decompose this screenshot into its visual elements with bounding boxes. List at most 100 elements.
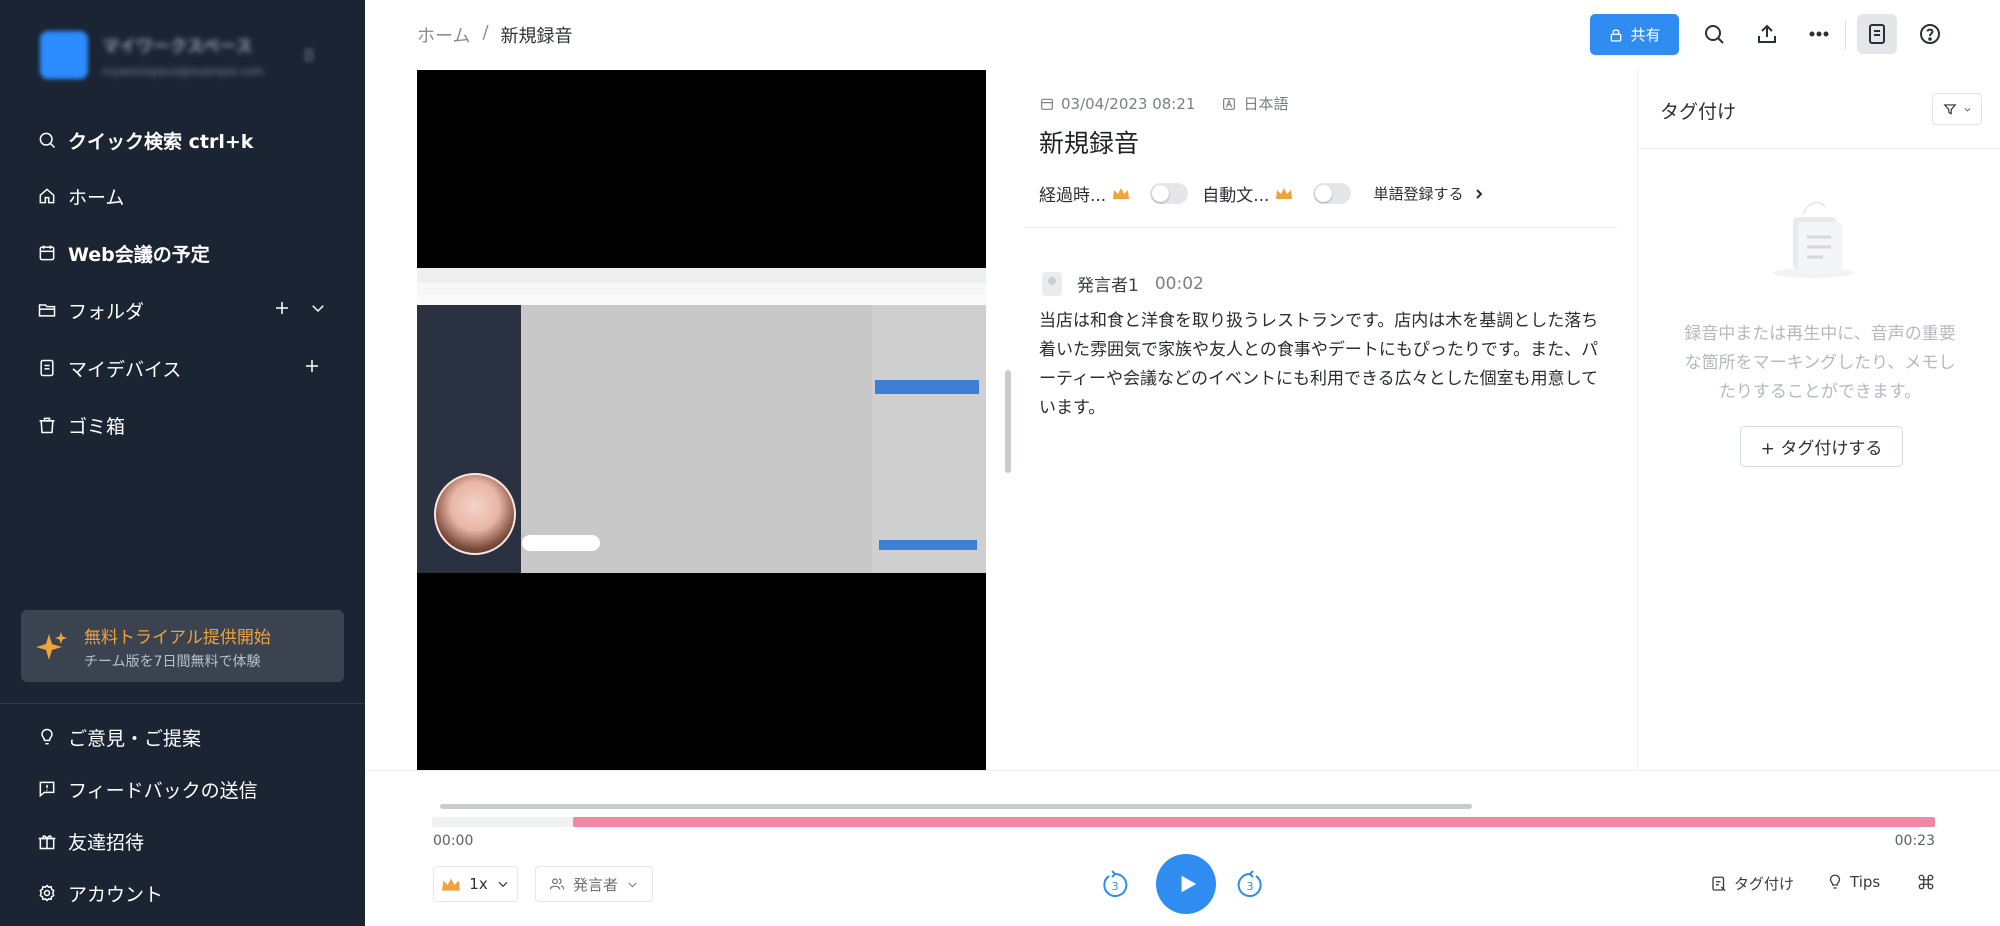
- transcript-paragraph[interactable]: 当店は和食と洋食を取り扱うレストランです。店内は木を基調とした落ち着いた雰囲気で…: [1039, 307, 1611, 423]
- workspace-sub: myworkspace@example.com: [102, 65, 264, 78]
- word-register-link[interactable]: 単語登録する: [1373, 183, 1485, 204]
- play-icon: [1181, 875, 1197, 893]
- add-tag-button[interactable]: + タグ付けする: [1740, 426, 1903, 467]
- breadcrumb-home[interactable]: ホーム: [417, 22, 470, 48]
- breadcrumb: ホーム / 新規録音: [417, 22, 573, 48]
- breadcrumb-current: 新規録音: [500, 26, 573, 47]
- lightbulb-icon: [1829, 874, 1841, 889]
- workspace-menu-icon[interactable]: [304, 48, 314, 62]
- progress-fill: [573, 817, 1935, 827]
- export-icon[interactable]: [1750, 17, 1784, 51]
- progress-track[interactable]: [432, 817, 1935, 827]
- tag-empty-text: 録音中または再生中に、音声の重要な箇所をマーキングしたり、メモしたりすることがで…: [1684, 324, 1956, 402]
- add-device-icon[interactable]: [303, 356, 321, 381]
- transcript-options: 経過時... 自動文... 単語登録する: [1039, 181, 1485, 206]
- speaker-filter-select[interactable]: 発言者: [535, 866, 653, 902]
- calendar-icon: [1041, 98, 1053, 110]
- play-button[interactable]: [1156, 854, 1216, 914]
- notes-panel-icon[interactable]: [1857, 14, 1897, 54]
- tag-panel: タグ付け 録音中または再生中に、音声の重要な箇所をマーキングしたり、メモしたりす…: [1637, 70, 2000, 770]
- speaker-icon: [1042, 271, 1062, 296]
- sidebar: マイワークスペース myworkspace@example.com クイック検索…: [0, 0, 365, 926]
- lightbulb-icon: [36, 726, 58, 748]
- tips-action[interactable]: Tips: [1826, 873, 1880, 891]
- workspace-switcher[interactable]: マイワークスペース myworkspace@example.com: [40, 30, 314, 80]
- tag-note-icon: [1712, 876, 1726, 891]
- sidebar-item-home[interactable]: ホーム: [36, 176, 124, 216]
- chevron-down-icon[interactable]: [309, 298, 327, 323]
- tag-panel-title: タグ付け: [1660, 101, 1737, 123]
- forward-3s-icon[interactable]: 3: [1235, 870, 1265, 900]
- elapsed-time-toggle[interactable]: [1150, 183, 1189, 204]
- sidebar-item-folders[interactable]: フォルダ: [36, 290, 144, 330]
- sidebar-item-trash[interactable]: ゴミ箱: [36, 405, 125, 445]
- sidebar-item-account[interactable]: アカウント: [36, 873, 163, 913]
- sidebar-item-feedback[interactable]: フィードバックの送信: [36, 769, 258, 809]
- crown-icon: [1113, 188, 1130, 199]
- elapsed-time-label: 経過時...: [1039, 186, 1107, 206]
- svg-text:3: 3: [1247, 880, 1254, 893]
- speed-select[interactable]: 1x: [433, 866, 518, 902]
- recording-date: 03/04/2023 08:21: [1061, 94, 1196, 113]
- shortcuts-action[interactable]: [1917, 873, 1935, 891]
- workspace-name: マイワークスペース: [102, 37, 253, 57]
- sparkle-icon: [36, 632, 67, 660]
- auto-format-label: 自動文...: [1202, 186, 1270, 206]
- sidebar-item-meetings[interactable]: Web会議の予定: [36, 233, 210, 273]
- header-divider: [1845, 20, 1846, 50]
- more-icon[interactable]: [1802, 17, 1836, 51]
- sidebar-item-quick-search[interactable]: クイック検索 ctrl+k: [36, 120, 253, 160]
- crown-icon: [1276, 188, 1293, 199]
- tag-action[interactable]: タグ付け: [1710, 873, 1794, 894]
- presenter-avatar: [434, 473, 516, 555]
- add-folder-icon[interactable]: [273, 298, 291, 323]
- gift-icon: [36, 830, 58, 852]
- trash-icon: [36, 414, 58, 436]
- current-time: 00:00: [433, 833, 474, 849]
- help-icon[interactable]: [1913, 17, 1947, 51]
- workspace-logo: [40, 31, 88, 79]
- folder-icon: [36, 299, 58, 321]
- scrollbar[interactable]: [1005, 370, 1011, 473]
- total-time: 00:23: [1894, 833, 1935, 849]
- trial-title: 無料トライアル提供開始: [84, 628, 271, 648]
- share-button[interactable]: 共有: [1590, 14, 1679, 55]
- trial-banner[interactable]: 無料トライアル提供開始 チーム版を7日間無料で体験: [21, 610, 344, 682]
- recording-meta: 03/04/2023 08:21 日本語: [1039, 93, 1288, 114]
- device-icon: [36, 357, 58, 379]
- svg-text:3: 3: [1112, 880, 1119, 893]
- search-replace-icon[interactable]: [1697, 17, 1731, 51]
- sidebar-item-devices[interactable]: マイデバイス: [36, 348, 181, 388]
- calendar-icon: [36, 242, 58, 264]
- chevron-down-icon: [498, 881, 508, 888]
- sidebar-divider: [0, 703, 365, 704]
- app-root: マイワークスペース myworkspace@example.com クイック検索…: [0, 0, 2000, 926]
- tag-filter-button[interactable]: [1932, 93, 1982, 125]
- lock-icon: [1611, 29, 1622, 42]
- empty-notes-icon: [1773, 201, 1853, 278]
- tag-panel-divider: [1638, 148, 2000, 149]
- home-icon: [36, 185, 58, 207]
- trial-subtitle: チーム版を7日間無料で体験: [84, 654, 261, 670]
- filter-icon: [1942, 104, 1957, 115]
- sidebar-item-invite[interactable]: 友達招待: [36, 821, 144, 861]
- chevron-down-icon: [1964, 107, 1970, 112]
- video-player[interactable]: [417, 70, 986, 770]
- search-icon: [36, 129, 58, 151]
- recording-language[interactable]: 日本語: [1243, 93, 1288, 114]
- waveform[interactable]: [440, 804, 1472, 809]
- recording-title[interactable]: 新規録音: [1039, 124, 1139, 160]
- speaker-name[interactable]: 発言者1: [1077, 271, 1139, 296]
- auto-format-toggle[interactable]: [1313, 183, 1352, 204]
- rewind-3s-icon[interactable]: 3: [1100, 870, 1130, 900]
- language-icon: [1223, 97, 1236, 110]
- sidebar-item-suggestions[interactable]: ご意見・ご提案: [36, 717, 201, 757]
- audio-player: 00:00 00:23 1x 発言者 3 3 タグ付け Tips: [365, 770, 2000, 926]
- users-icon: [549, 878, 565, 890]
- top-header: ホーム / 新規録音 共有: [365, 0, 2000, 70]
- chevron-right-icon: [1476, 188, 1483, 199]
- chevron-down-icon: [628, 882, 637, 887]
- command-icon: [1918, 874, 1934, 890]
- speaker-time[interactable]: 00:02: [1155, 274, 1204, 294]
- feedback-icon: [36, 778, 58, 800]
